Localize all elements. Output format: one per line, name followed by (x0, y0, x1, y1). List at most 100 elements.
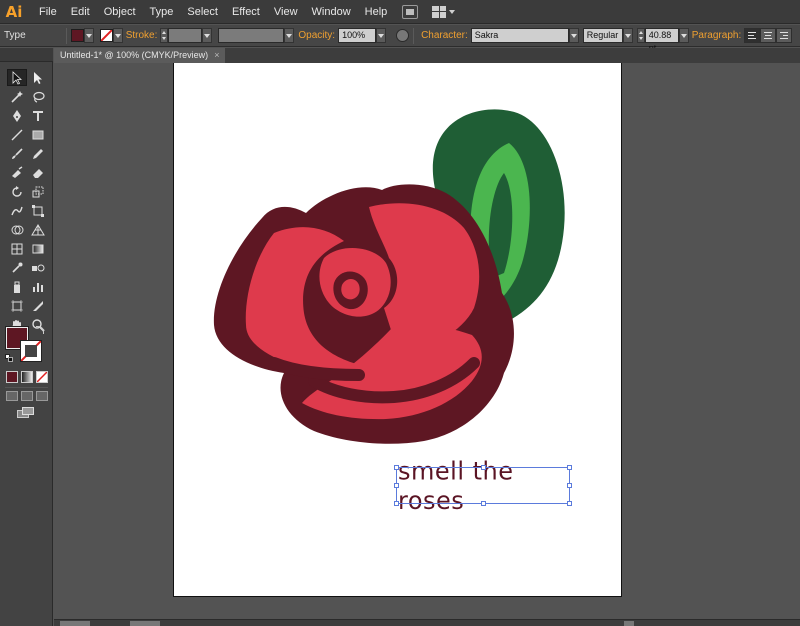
resize-handle[interactable] (394, 465, 399, 470)
resize-handle[interactable] (567, 465, 572, 470)
recolor-icon[interactable] (396, 29, 410, 42)
artboard-tool-icon[interactable] (7, 297, 27, 314)
none-mode-button[interactable] (36, 371, 48, 383)
menu-view[interactable]: View (267, 0, 305, 24)
character-label[interactable]: Character: (421, 30, 468, 41)
document-tab-title: Untitled-1* @ 100% (CMYK/Preview) (60, 50, 209, 60)
line-segment-tool-icon[interactable] (7, 126, 27, 143)
font-style-dropdown[interactable] (622, 28, 633, 43)
rectangle-tool-icon[interactable] (28, 126, 48, 143)
eyedropper-tool-icon[interactable] (7, 259, 27, 276)
font-family-dropdown[interactable] (568, 28, 579, 43)
warp-tool-icon[interactable] (7, 202, 27, 219)
app-logo: Ai (5, 2, 23, 21)
toolbox-header[interactable] (0, 48, 53, 62)
paragraph-label[interactable]: Paragraph: (692, 30, 741, 41)
menu-help[interactable]: Help (358, 0, 395, 24)
control-bar: Type Stroke: Opacity: 100% Character: Sa… (0, 25, 800, 53)
stroke-weight-spinner[interactable] (160, 28, 169, 43)
menu-effect[interactable]: Effect (225, 0, 267, 24)
draw-behind-icon[interactable] (21, 391, 33, 401)
opacity-field[interactable]: 100% (338, 28, 377, 43)
font-family-field[interactable]: Sakra (470, 28, 569, 43)
lasso-tool-icon[interactable] (28, 88, 48, 105)
blend-tool-icon[interactable] (28, 259, 48, 276)
font-size-spinner[interactable] (636, 28, 645, 43)
font-style-field[interactable]: Regular (582, 28, 623, 43)
menu-edit[interactable]: Edit (64, 0, 97, 24)
resize-handle[interactable] (481, 465, 486, 470)
stroke-weight-field[interactable] (168, 28, 203, 43)
column-graph-tool-icon[interactable] (28, 278, 48, 295)
arrange-grid-icon (432, 5, 447, 18)
resize-handle[interactable] (394, 483, 399, 488)
slice-tool-icon[interactable] (28, 297, 48, 314)
stroke-swatch[interactable] (20, 340, 42, 362)
type-tool-icon[interactable] (28, 107, 48, 124)
mesh-tool-icon[interactable] (7, 240, 27, 257)
document-tab[interactable]: Untitled-1* @ 100% (CMYK/Preview) × (54, 48, 226, 63)
gradient-tool-icon[interactable] (28, 240, 48, 257)
text-selection-box[interactable] (394, 465, 572, 506)
menu-file[interactable]: File (32, 0, 64, 24)
rose-illustration[interactable] (174, 63, 623, 597)
stroke-weight-dropdown[interactable] (202, 28, 213, 43)
fill-color-swatch[interactable] (70, 29, 84, 42)
font-size-dropdown[interactable] (678, 28, 689, 43)
rose[interactable] (213, 184, 514, 444)
status-bar (54, 619, 800, 626)
color-mode-button[interactable] (6, 371, 18, 383)
scroll-arrow[interactable] (624, 621, 634, 626)
free-transform-tool-icon[interactable] (28, 202, 48, 219)
perspective-grid-tool-icon[interactable] (28, 221, 48, 238)
variable-width-dropdown[interactable] (284, 28, 295, 43)
menu-select[interactable]: Select (180, 0, 225, 24)
align-left-button[interactable] (744, 28, 761, 43)
close-icon[interactable]: × (214, 48, 219, 63)
pen-tool-icon[interactable] (7, 107, 27, 124)
magic-wand-tool-icon[interactable] (7, 88, 27, 105)
align-right-button[interactable] (776, 28, 793, 43)
variable-width-field[interactable] (218, 28, 285, 43)
document-tab-bar: Untitled-1* @ 100% (CMYK/Preview) × (54, 48, 800, 63)
resize-handle[interactable] (567, 501, 572, 506)
screen-mode-icon[interactable] (17, 407, 35, 419)
default-fill-stroke-icon[interactable] (5, 354, 13, 362)
gradient-mode-button[interactable] (21, 371, 33, 383)
divider (413, 27, 415, 44)
stroke-dropdown[interactable] (112, 28, 123, 43)
canvas-area[interactable]: smell the roses (54, 63, 800, 619)
draw-normal-icon[interactable] (6, 391, 18, 401)
arrange-documents-button[interactable] (432, 5, 456, 18)
opacity-dropdown[interactable] (376, 28, 387, 43)
draw-inside-icon[interactable] (36, 391, 48, 401)
resize-handle[interactable] (394, 501, 399, 506)
artboard[interactable]: smell the roses (173, 63, 622, 597)
resize-handle[interactable] (567, 483, 572, 488)
eraser-tool-icon[interactable] (28, 164, 48, 181)
scale-tool-icon[interactable] (28, 183, 48, 200)
paintbrush-tool-icon[interactable] (7, 145, 27, 162)
fill-dropdown[interactable] (83, 28, 94, 43)
font-size-field[interactable]: 40.88 pt (644, 28, 679, 53)
selection-tool-icon[interactable] (7, 69, 27, 86)
shape-builder-tool-icon[interactable] (7, 221, 27, 238)
stroke-none-swatch[interactable] (99, 29, 113, 42)
menu-type[interactable]: Type (143, 0, 181, 24)
opacity-label[interactable]: Opacity: (298, 30, 335, 41)
menu-window[interactable]: Window (305, 0, 358, 24)
pencil-tool-icon[interactable] (28, 145, 48, 162)
artboard-navigator[interactable] (130, 621, 160, 626)
blob-brush-tool-icon[interactable] (7, 164, 27, 181)
symbol-sprayer-tool-icon[interactable] (7, 278, 27, 295)
toolbox-divider (5, 387, 48, 388)
menu-bar: Ai File Edit Object Type Select Effect V… (0, 0, 800, 24)
zoom-field[interactable] (60, 621, 90, 626)
resize-handle[interactable] (481, 501, 486, 506)
stroke-label[interactable]: Stroke: (126, 30, 158, 41)
direct-selection-tool-icon[interactable] (28, 69, 48, 86)
menu-object[interactable]: Object (97, 0, 143, 24)
rotate-tool-icon[interactable] (7, 183, 27, 200)
bridge-icon[interactable] (402, 4, 419, 19)
align-center-button[interactable] (760, 28, 777, 43)
